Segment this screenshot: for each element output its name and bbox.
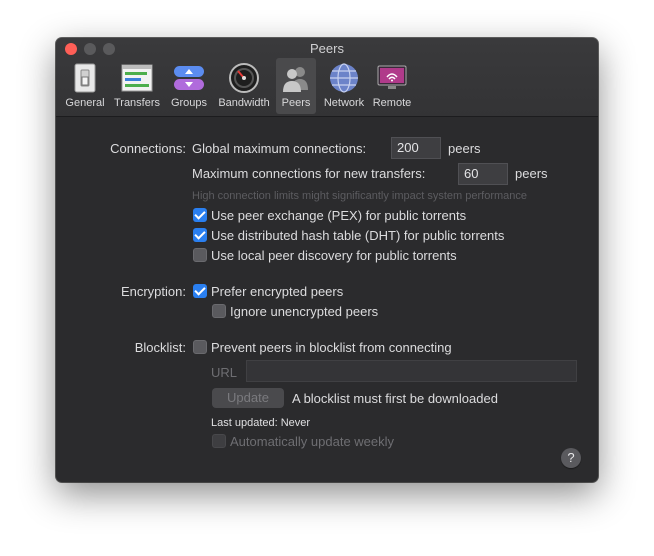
toolbar-label-peers: Peers bbox=[281, 97, 311, 109]
toolbar-label-remote: Remote bbox=[372, 97, 412, 109]
toolbar-item-network[interactable]: Network bbox=[319, 58, 369, 114]
peers-icon bbox=[283, 67, 308, 92]
pex-checkbox[interactable] bbox=[193, 208, 207, 222]
pex-label[interactable]: Use peer exchange (PEX) for public torre… bbox=[211, 208, 466, 224]
network-globe-icon bbox=[330, 63, 358, 93]
remote-monitor-icon bbox=[377, 65, 407, 89]
ignore-unencrypted-checkbox[interactable] bbox=[212, 304, 226, 318]
connection-limit-warning: High connection limits might significant… bbox=[192, 190, 528, 202]
toolbar-item-bandwidth[interactable]: Bandwidth bbox=[215, 58, 273, 114]
toolbar-item-transfers[interactable]: Transfers bbox=[111, 58, 163, 114]
toolbar-item-general[interactable]: General bbox=[62, 58, 108, 114]
general-switch-icon bbox=[74, 63, 96, 93]
prefer-encrypted-label[interactable]: Prefer encrypted peers bbox=[211, 284, 343, 300]
help-button[interactable]: ? bbox=[561, 448, 581, 468]
prefer-encrypted-checkbox[interactable] bbox=[193, 284, 207, 298]
transfers-icon bbox=[121, 64, 153, 92]
toolbar-label-general: General bbox=[65, 97, 105, 109]
toolbar-item-remote[interactable]: Remote bbox=[371, 58, 413, 114]
preferences-window: Peers General Transfers Groups Bandwidth… bbox=[56, 38, 598, 482]
blocklist-prevent-label[interactable]: Prevent peers in blocklist from connecti… bbox=[211, 340, 452, 356]
bandwidth-gauge-icon bbox=[229, 63, 259, 93]
toolbar-label-groups: Groups bbox=[170, 97, 208, 109]
global-max-connections-unit: peers bbox=[448, 141, 481, 156]
encryption-section-label: Encryption: bbox=[120, 284, 186, 299]
local-peer-discovery-checkbox[interactable] bbox=[193, 248, 207, 262]
blocklist-status: A blocklist must first be downloaded bbox=[292, 391, 498, 406]
blocklist-section-label: Blocklist: bbox=[134, 340, 186, 355]
groups-icon bbox=[174, 66, 204, 90]
ignore-unencrypted-label[interactable]: Ignore unencrypted peers bbox=[230, 304, 378, 320]
global-max-connections-label: Global maximum connections: bbox=[192, 141, 367, 156]
toolbar-label-transfers: Transfers bbox=[113, 97, 161, 109]
blocklist-auto-update-checkbox[interactable] bbox=[212, 434, 226, 448]
global-max-connections-field[interactable]: 200 bbox=[391, 137, 441, 159]
blocklist-url-field[interactable] bbox=[246, 360, 577, 382]
max-connections-new-transfers-field[interactable]: 60 bbox=[458, 163, 508, 185]
blocklist-update-button[interactable]: Update bbox=[212, 388, 284, 408]
max-connections-new-transfers-unit: peers bbox=[515, 166, 548, 181]
toolbar-item-groups[interactable]: Groups bbox=[166, 58, 212, 114]
title-toolbar: Peers General Transfers Groups Bandwidth… bbox=[56, 38, 598, 117]
blocklist-prevent-checkbox[interactable] bbox=[193, 340, 207, 354]
blocklist-url-label: URL bbox=[211, 365, 238, 380]
max-connections-new-transfers-label: Maximum connections for new transfers: bbox=[192, 166, 426, 181]
toolbar-item-peers[interactable]: Peers bbox=[276, 58, 316, 114]
blocklist-last-updated: Last updated: Never bbox=[211, 417, 311, 429]
connections-section-label: Connections: bbox=[110, 141, 186, 156]
toolbar-label-network: Network bbox=[323, 97, 365, 109]
dht-checkbox[interactable] bbox=[193, 228, 207, 242]
window-title: Peers bbox=[310, 41, 344, 56]
blocklist-auto-update-label[interactable]: Automatically update weekly bbox=[230, 434, 394, 450]
toolbar-label-bandwidth: Bandwidth bbox=[218, 97, 270, 109]
dht-label[interactable]: Use distributed hash table (DHT) for pub… bbox=[211, 228, 504, 244]
local-peer-discovery-label[interactable]: Use local peer discovery for public torr… bbox=[211, 248, 457, 264]
